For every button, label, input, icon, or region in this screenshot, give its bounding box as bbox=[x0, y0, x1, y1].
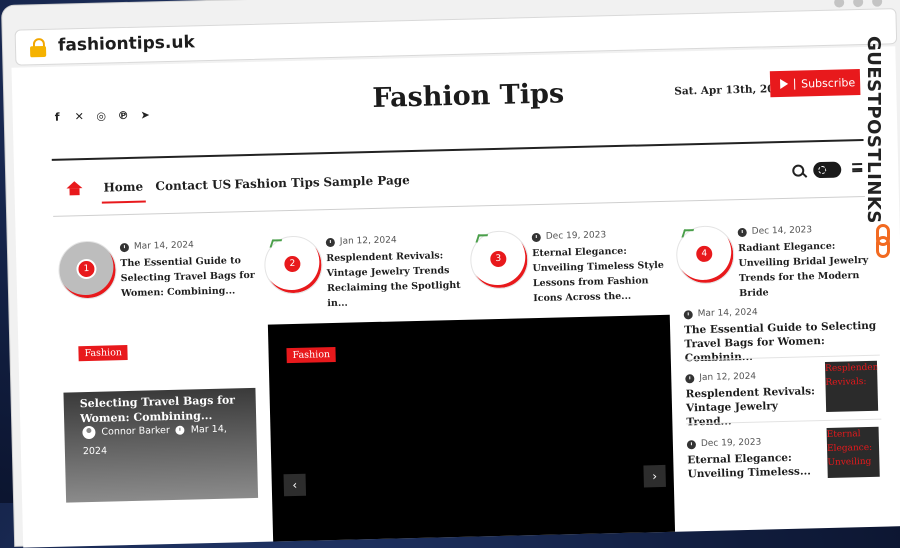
facebook-icon[interactable]: f bbox=[51, 111, 64, 124]
post-year: 2024 bbox=[82, 445, 108, 458]
list-item-title[interactable]: Eternal Elegance: Unveiling Timeless... bbox=[687, 450, 823, 481]
clock-icon bbox=[686, 439, 697, 449]
featured-post-card[interactable]: Fashion Selecting Travel Bags for Women:… bbox=[62, 332, 259, 517]
clock-icon bbox=[685, 373, 695, 383]
trending-title[interactable]: The Essential Guide to Selecting Travel … bbox=[120, 253, 261, 301]
lock-icon bbox=[29, 37, 47, 58]
post-title[interactable]: Selecting Travel Bags for Women: Combini… bbox=[80, 392, 251, 426]
nav-sample-page[interactable]: Sample Page bbox=[323, 173, 410, 189]
post-date: Mar 14, bbox=[190, 423, 227, 436]
guestpostlinks-watermark: GUESTPOSTLINKS bbox=[846, 36, 896, 276]
x-icon[interactable]: ✕ bbox=[73, 110, 86, 123]
trending-title[interactable]: Eternal Elegance: Unveiling Timeless Sty… bbox=[532, 243, 673, 306]
post-image[interactable]: Selecting Travel Bags for Women: Combini… bbox=[63, 387, 259, 503]
list-item-thumbnail[interactable]: Eternal Elegance: Unveiling bbox=[826, 426, 880, 478]
window-controls[interactable] bbox=[834, 0, 883, 8]
dark-mode-toggle[interactable] bbox=[813, 161, 842, 179]
broken-image-icon bbox=[269, 239, 283, 248]
slider-prev-button[interactable]: ‹ bbox=[283, 473, 307, 497]
web-page: f ✕ ◎ ℗ ➤ Fashion Tips Sat. Apr 13th, 20… bbox=[11, 46, 900, 548]
trending-item[interactable]: 1 Mar 14, 2024 The Essential Guide to Se… bbox=[57, 237, 261, 306]
nav-contact-us[interactable]: Contact US bbox=[155, 177, 231, 193]
list-item-thumbnail[interactable]: Resplendent Revivals: bbox=[824, 360, 879, 412]
search-icon[interactable] bbox=[792, 164, 805, 177]
nav-fashion-tips[interactable]: Fashion Tips bbox=[234, 175, 320, 191]
list-item[interactable]: Mar 14, 2024 The Essential Guide to Sele… bbox=[683, 305, 884, 364]
clock-icon bbox=[531, 232, 541, 242]
trending-date: Jan 12, 2024 bbox=[339, 235, 397, 247]
list-item[interactable]: Jan 12, 2024 Resplendent Revivals: Vinta… bbox=[685, 360, 885, 428]
slider-next-button[interactable]: › bbox=[643, 464, 666, 488]
url-text[interactable]: fashiontips.uk bbox=[58, 32, 195, 55]
home-icon[interactable] bbox=[66, 181, 83, 196]
social-links: f ✕ ◎ ℗ ➤ bbox=[51, 108, 152, 123]
hero-slider[interactable]: Fashion ‹ › bbox=[267, 314, 676, 548]
pinterest-icon[interactable]: ℗ bbox=[117, 109, 130, 122]
clock-icon bbox=[119, 242, 130, 252]
play-icon bbox=[780, 78, 789, 90]
post-author[interactable]: Connor Barker bbox=[101, 425, 170, 438]
list-item[interactable]: Dec 19, 2023 Eternal Elegance: Unveiling… bbox=[686, 426, 887, 480]
clock-icon bbox=[325, 237, 335, 247]
broken-image-icon bbox=[475, 234, 489, 243]
trending-date: Dec 19, 2023 bbox=[545, 230, 607, 242]
trending-title[interactable]: Resplendent Revivals: Vintage Jewelry Tr… bbox=[326, 248, 467, 311]
broken-image-icon bbox=[681, 229, 695, 238]
trending-date: Mar 14, 2024 bbox=[133, 240, 194, 252]
sun-icon bbox=[818, 165, 827, 175]
clock-icon bbox=[737, 227, 747, 237]
list-item-date: Jan 12, 2024 bbox=[699, 371, 757, 384]
site-title[interactable]: Fashion Tips bbox=[372, 78, 564, 114]
clock-icon bbox=[175, 425, 185, 435]
category-tag[interactable]: Fashion bbox=[78, 345, 129, 362]
slider-category-tag[interactable]: Fashion bbox=[286, 346, 337, 364]
list-item-date: Mar 14, 2024 bbox=[697, 307, 758, 320]
nav-home[interactable]: Home bbox=[103, 180, 143, 195]
instagram-icon[interactable]: ◎ bbox=[95, 109, 108, 122]
telegram-icon[interactable]: ➤ bbox=[139, 108, 152, 121]
trending-date: Dec 14, 2023 bbox=[751, 225, 813, 237]
trending-item[interactable]: 3 Dec 19, 2023 Eternal Elegance: Unveili… bbox=[469, 227, 672, 304]
list-item-date: Dec 19, 2023 bbox=[700, 437, 762, 450]
latest-posts-list: Mar 14, 2024 The Essential Guide to Sele… bbox=[683, 305, 884, 480]
clock-icon bbox=[683, 309, 693, 319]
browser-window: fashiontips.uk f ✕ ◎ ℗ ➤ Fashion Tips Sa… bbox=[2, 0, 900, 548]
avatar bbox=[82, 425, 96, 440]
trending-item[interactable]: 2 Jan 12, 2024 Resplendent Revivals: Vin… bbox=[263, 232, 466, 309]
